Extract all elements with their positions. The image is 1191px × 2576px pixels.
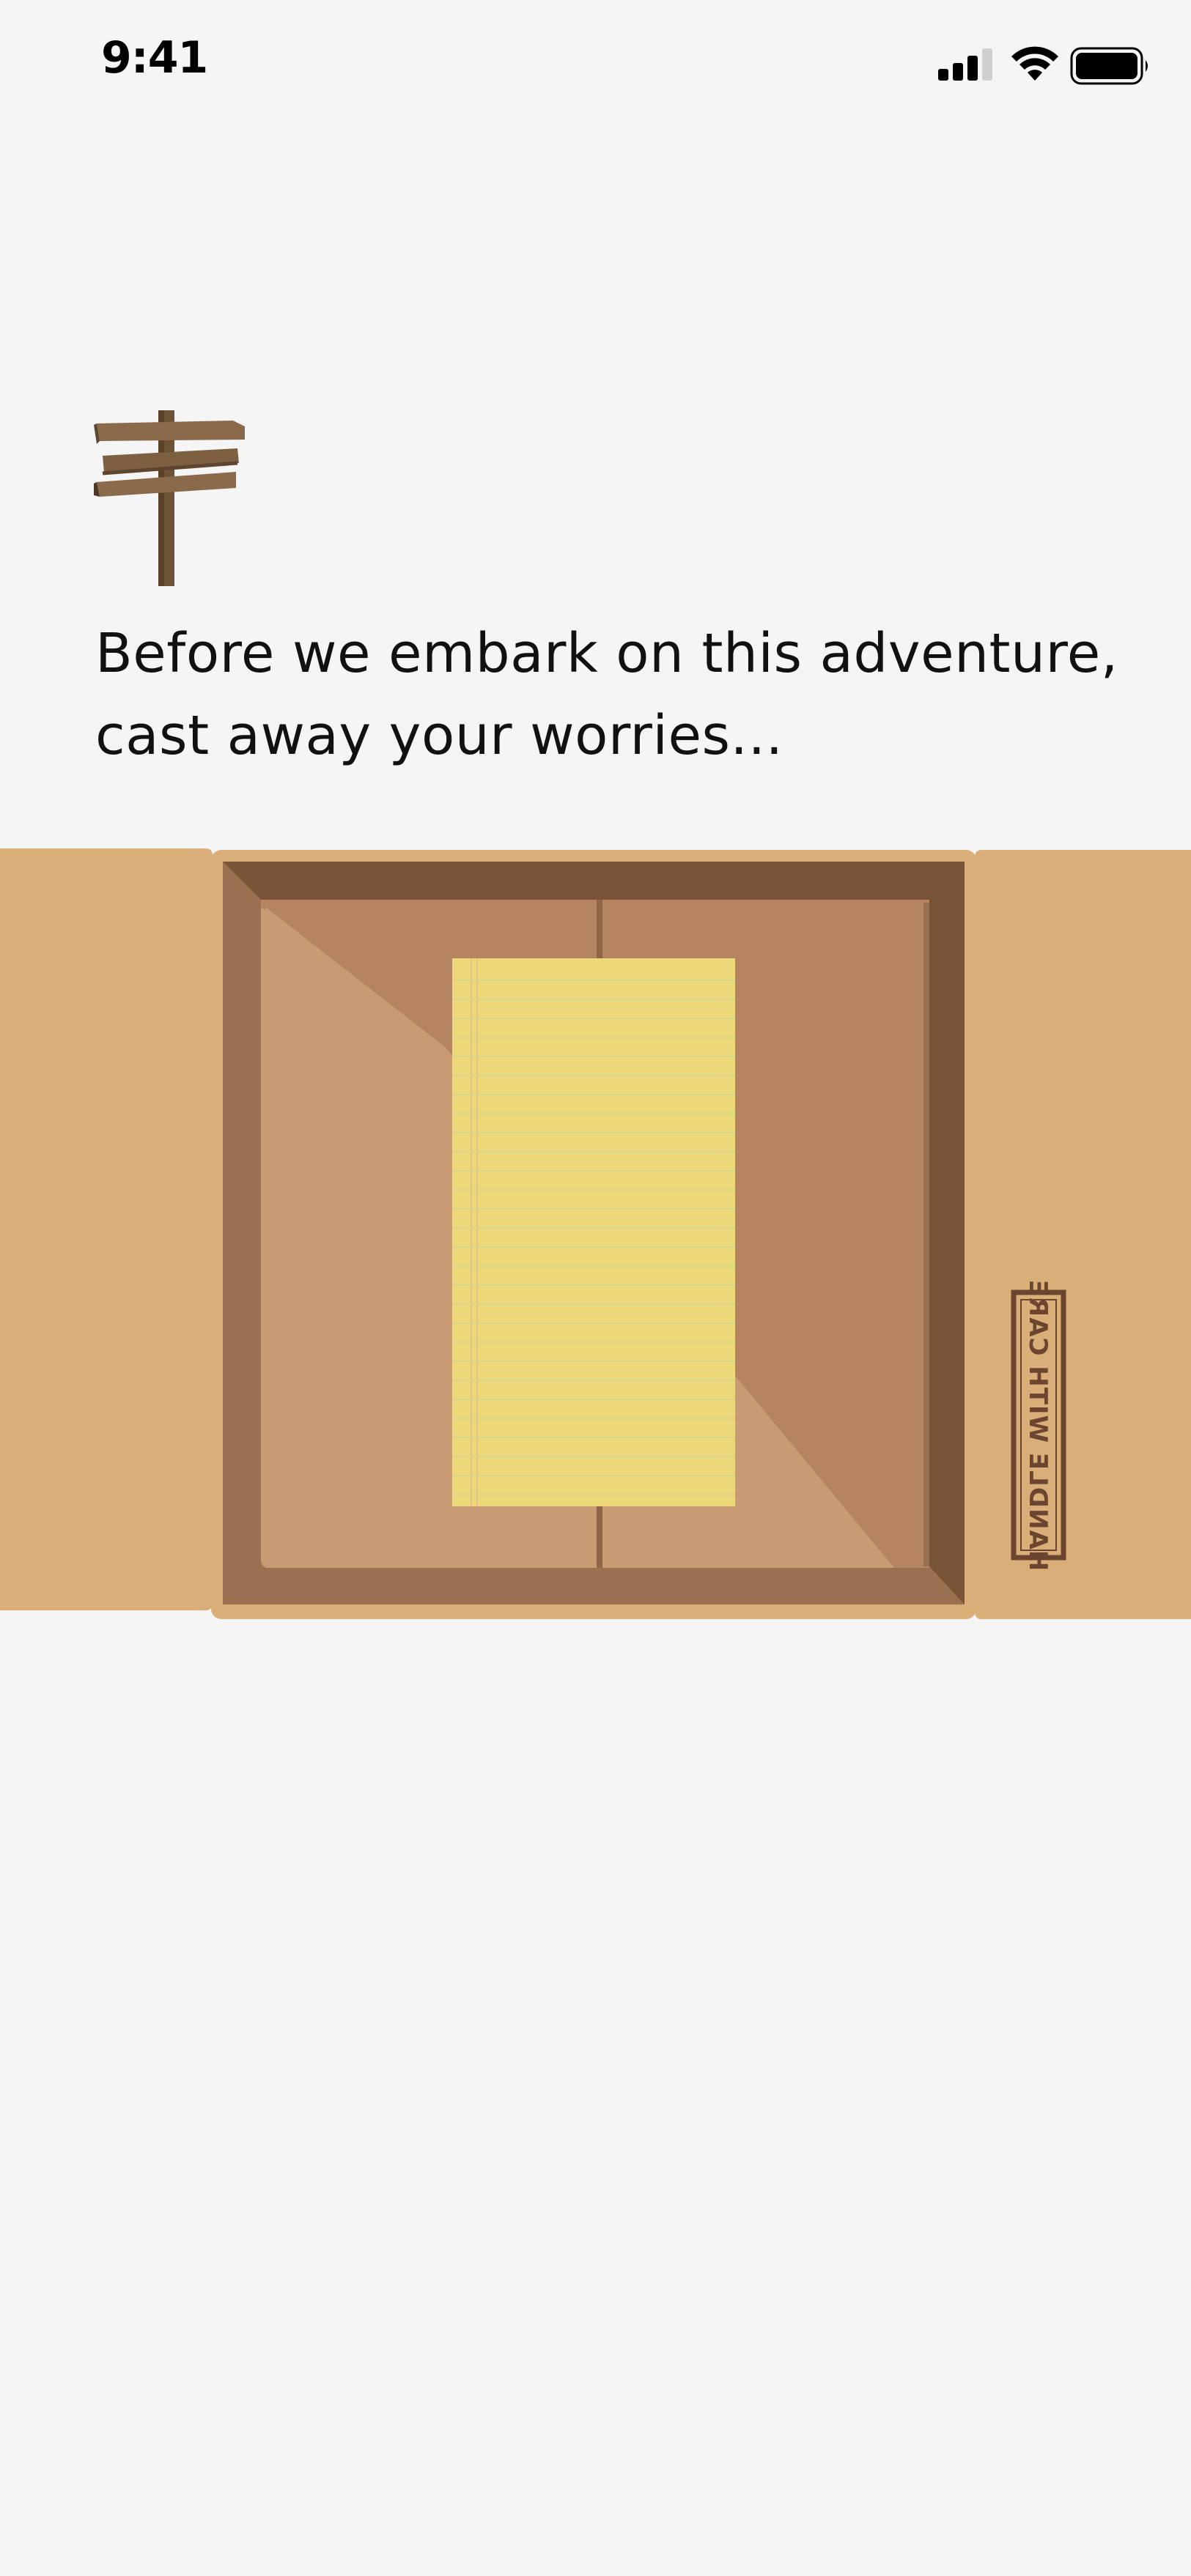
signpost-icon [94,410,245,586]
handle-with-care-label: HANDLE WITH CARE [1011,1279,1066,1571]
wifi-icon [1011,46,1058,81]
yellow-notepad[interactable] [452,958,735,1506]
box-left-flap[interactable] [0,848,213,1610]
handle-with-care-text: HANDLE WITH CARE [1023,1279,1052,1571]
box-right-flap[interactable] [975,850,1191,1619]
cardboard-box[interactable]: HANDLE WITH CARE [0,843,1191,1626]
status-time: 9:41 [101,32,208,84]
status-icons [938,45,1158,89]
signal-icon [938,48,992,81]
intro-text: Before we embark on this adventure, cast… [95,612,1151,777]
intro-line-1: Before we embark on this adventure, [95,622,1118,685]
status-bar: 9:41 [0,0,1191,132]
intro-line-2: cast away your worries... [95,704,783,767]
battery-icon [1070,47,1148,85]
